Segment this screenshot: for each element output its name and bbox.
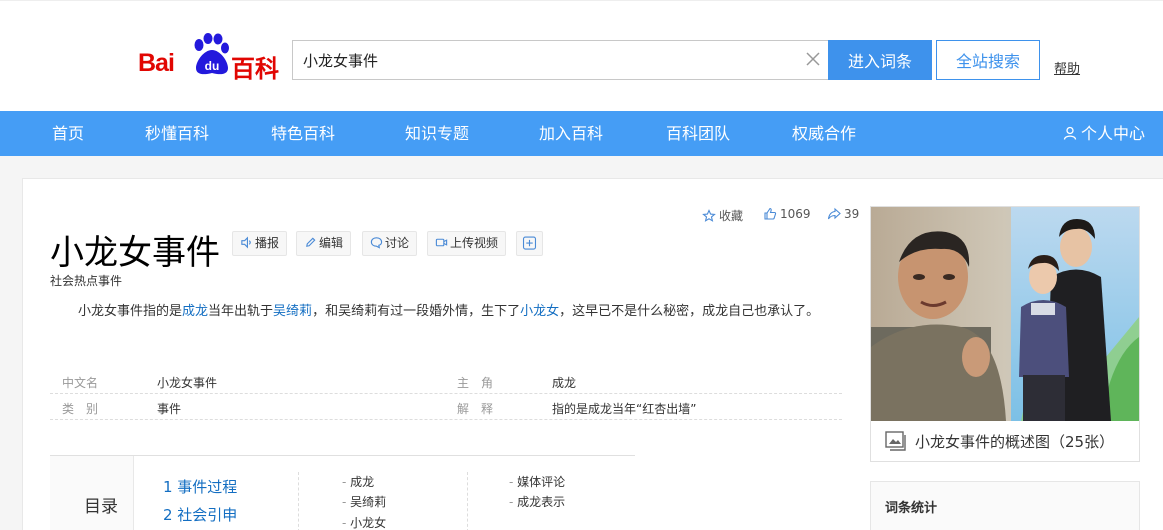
main-nav: 首页 秒懂百科 特色百科 知识专题 加入百科 百科团队 权威合作 个人中心: [0, 111, 1163, 156]
summary-text-4: ，这早已不是什么秘密，成龙自己也承认了。: [559, 304, 820, 319]
share-icon: [827, 207, 841, 219]
video-icon: [435, 238, 448, 247]
nav-item-team[interactable]: 百科团队: [666, 111, 730, 156]
image-gallery-icon: [885, 431, 906, 451]
close-icon[interactable]: [805, 51, 821, 67]
toc-subitem[interactable]: 小龙女: [342, 514, 386, 530]
discuss-label: 讨论: [385, 236, 410, 250]
info-value: 指的是成龙当年“红杏出墙”: [552, 402, 697, 416]
logo-text-baike: 百科: [231, 55, 279, 83]
toc-divider: [467, 472, 468, 530]
collect-button[interactable]: 收藏: [702, 207, 743, 224]
summary-text-1: 小龙女事件指的是: [78, 304, 183, 319]
share-button[interactable]: 39: [827, 207, 859, 221]
info-value: 小龙女事件: [157, 376, 218, 390]
basic-info-table: 中文名 小龙女事件 主 角 成龙 类 别 事件 解 释 指的是成龙当年“红杏出墙…: [50, 368, 842, 420]
toc-item-1[interactable]: 1 事件过程: [163, 476, 237, 497]
info-value: 成龙: [552, 376, 577, 390]
search-input[interactable]: [293, 41, 793, 79]
nav-item-featured[interactable]: 特色百科: [271, 111, 335, 156]
like-button[interactable]: 1069: [763, 207, 811, 221]
toc-subitem[interactable]: 成龙: [342, 473, 374, 490]
album-card[interactable]: 小龙女事件的概述图（25张）: [870, 206, 1140, 462]
search-box: [292, 40, 828, 80]
pencil-icon: [306, 237, 316, 247]
edit-button[interactable]: 编辑: [296, 231, 352, 256]
nav-item-authority[interactable]: 权威合作: [792, 111, 856, 156]
logo-text-du: du: [205, 59, 220, 73]
table-of-contents: 目录 1 事件过程 2 社会引申 成龙 吴绮莉 小龙女 媒体评论 成龙表示: [50, 455, 635, 530]
help-link[interactable]: 帮助: [1054, 58, 1080, 77]
link-xiaolongnv[interactable]: 小龙女: [520, 304, 559, 319]
user-center-label: 个人中心: [1080, 124, 1145, 143]
link-wuqili[interactable]: 吴绮莉: [273, 304, 312, 319]
discuss-button[interactable]: 讨论: [362, 231, 418, 256]
toc-subitem[interactable]: 吴绮莉: [342, 493, 386, 510]
link-chenglong[interactable]: 成龙: [182, 304, 208, 319]
speaker-icon: [241, 236, 251, 249]
edit-label: 编辑: [319, 236, 344, 250]
comment-icon: [370, 237, 383, 249]
site-search-button[interactable]: 全站搜索: [936, 40, 1040, 80]
baidu-baike-logo[interactable]: Bai du 百科: [138, 33, 283, 83]
page-title: 小龙女事件: [50, 233, 220, 273]
nav-user-center[interactable]: 个人中心: [1063, 111, 1145, 156]
info-value: 事件: [157, 402, 182, 416]
upload-video-button[interactable]: 上传视频: [427, 231, 507, 256]
nav-item-miaodong[interactable]: 秒懂百科: [145, 111, 209, 156]
toc-divider: [298, 472, 299, 530]
album-caption[interactable]: 小龙女事件的概述图（25张）: [885, 431, 1114, 452]
paw-icon: du: [194, 33, 229, 75]
info-key: 中文名: [62, 376, 99, 390]
plus-icon: [522, 236, 537, 250]
info-key: 解 释: [457, 402, 494, 416]
info-row: 中文名 小龙女事件 主 角 成龙: [50, 368, 842, 394]
collect-label: 收藏: [719, 209, 744, 223]
nav-item-home[interactable]: 首页: [52, 111, 84, 156]
like-count: 1069: [780, 207, 811, 221]
broadcast-label: 播报: [255, 236, 280, 250]
logo-text-bai: Bai: [138, 49, 175, 77]
info-key: 类 别: [62, 402, 99, 416]
add-button[interactable]: [516, 231, 543, 256]
broadcast-button[interactable]: 播报: [232, 231, 288, 256]
summary-text-3: ，和吴绮莉有过一段婚外情，生下了: [312, 304, 521, 319]
thumbs-up-icon: [764, 207, 777, 220]
album-caption-text: 小龙女事件的概述图（25张）: [915, 433, 1115, 451]
toc-item-2[interactable]: 2 社会引申: [163, 504, 237, 525]
entry-summary: 小龙女事件指的是成龙当年出轨于吴绮莉，和吴绮莉有过一段婚外情，生下了小龙女，这早…: [50, 300, 842, 324]
user-icon: [1063, 126, 1077, 140]
toc-subitem[interactable]: 成龙表示: [509, 493, 565, 510]
upload-video-label: 上传视频: [450, 236, 499, 250]
toc-title: 目录: [84, 497, 118, 517]
toc-subitem[interactable]: 媒体评论: [509, 473, 565, 490]
entry-stats-box: 词条统计: [870, 481, 1140, 530]
share-count: 39: [844, 207, 860, 221]
nav-item-join[interactable]: 加入百科: [539, 111, 603, 156]
info-row: 类 别 事件 解 释 指的是成龙当年“红杏出墙”: [50, 394, 842, 420]
header: Bai du 百科 进入词条 全站搜索 帮助: [0, 0, 1163, 111]
entry-subtitle: 社会热点事件: [50, 274, 123, 288]
info-key: 主 角: [457, 376, 494, 390]
star-icon: [702, 208, 716, 222]
toc-side: 目录: [50, 456, 134, 530]
summary-text-2: 当年出轨于: [208, 304, 274, 319]
summary-photo[interactable]: [871, 207, 1139, 421]
nav-item-topics[interactable]: 知识专题: [405, 111, 469, 156]
entry-stats-title: 词条统计: [885, 501, 938, 516]
enter-entry-button[interactable]: 进入词条: [828, 40, 932, 80]
